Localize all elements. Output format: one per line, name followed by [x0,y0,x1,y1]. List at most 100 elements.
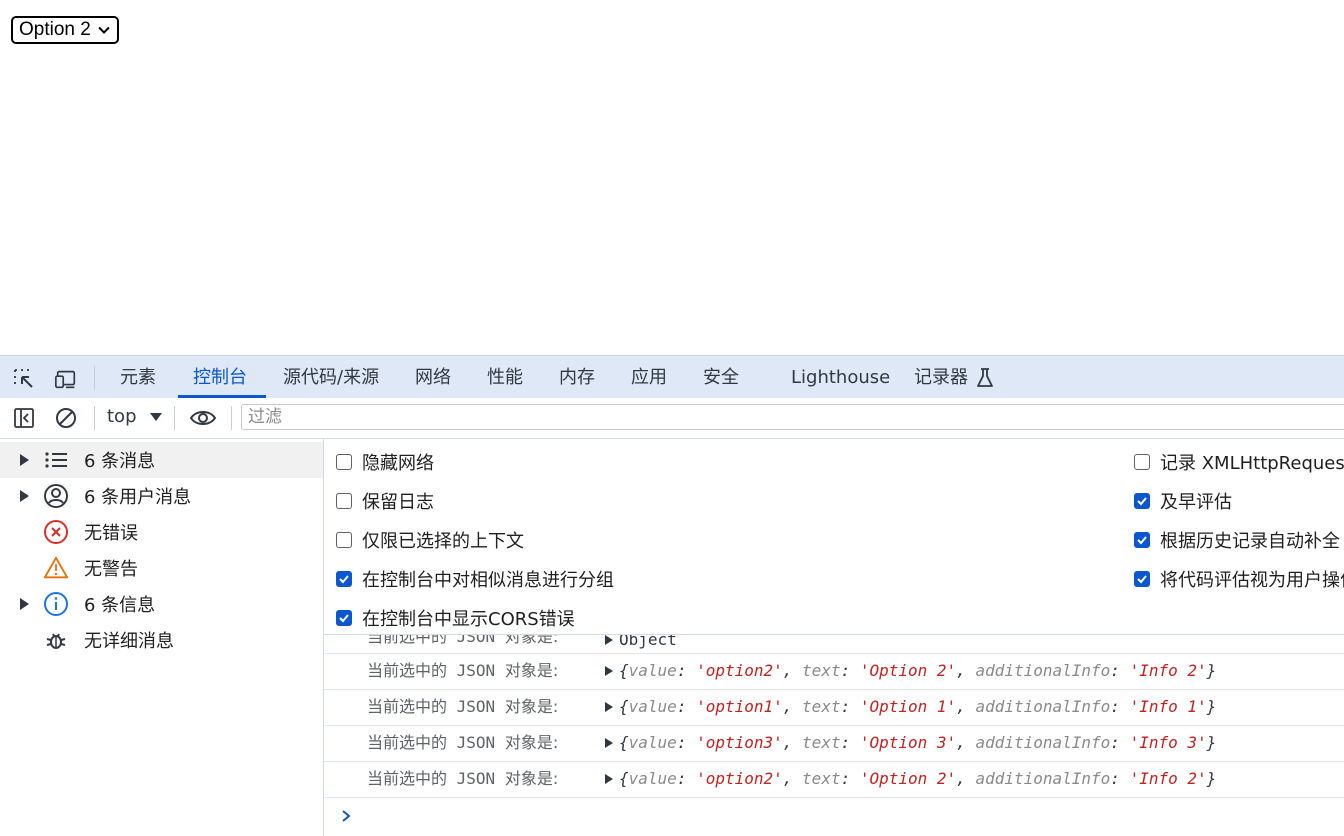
sidebar-item-user-messages[interactable]: 6 条用户消息 [0,478,323,514]
log-prefix: 当前选中的 JSON 对象是: [367,697,559,716]
console-prompt-chevron-icon[interactable] [340,808,352,827]
sidebar-item-warnings[interactable]: 无警告 [0,550,323,586]
log-object[interactable]: {value: 'option2', text: 'Option 2', add… [605,761,1216,797]
devtools-tabbar: 元素 控制台 源代码/来源 网络 性能 内存 应用 安全 Lighthouse … [0,356,1344,398]
device-toolbar-icon[interactable] [54,367,78,391]
expand-triangle-icon[interactable] [20,598,29,610]
console-log-row[interactable]: 当前选中的 JSON 对象是: {value: 'option3', text:… [324,725,1344,762]
inspect-element-icon[interactable] [12,367,36,391]
setting-hide-network[interactable]: 隐藏网络 [336,449,434,475]
console-log-row[interactable]: 当前选中的 JSON 对象是: {value: 'option2', text:… [324,761,1344,798]
checkbox[interactable] [1134,454,1150,470]
sidebar-item-info[interactable]: 6 条信息 [0,586,323,622]
toolbar-divider-3 [231,406,232,430]
flask-icon [973,366,997,390]
log-object[interactable]: {value: 'option2', text: 'Option 2', add… [605,653,1216,689]
log-object[interactable]: {value: 'option3', text: 'Option 3', add… [605,725,1216,761]
console-toolbar: top 过滤 [0,398,1344,439]
checkbox-checked[interactable] [336,610,352,626]
setting-label: 及早评估 [1160,492,1232,513]
log-object[interactable]: {value: 'option1', text: 'Option 1', add… [605,689,1216,725]
setting-label: 仅限已选择的上下文 [362,531,524,552]
checkbox[interactable] [336,454,352,470]
tab-recorder[interactable]: 记录器 [914,356,968,398]
setting-label: 在控制台中显示CORS错误 [362,609,575,630]
sidebar-item-label: 无警告 [84,559,138,580]
console-log-row[interactable]: 当前选中的 JSON 对象是: {value: 'option1', text:… [324,689,1344,726]
live-expression-eye-icon[interactable] [189,406,217,430]
log-object[interactable]: Object [605,635,677,648]
clear-console-icon[interactable] [54,406,78,430]
sidebar-toggle-icon[interactable] [12,406,36,430]
context-selector[interactable]: top [107,406,163,427]
context-label: top [107,406,137,427]
tab-network[interactable]: 网络 [415,356,451,398]
expand-triangle-icon[interactable] [605,738,613,748]
setting-autocomplete-history[interactable]: 根据历史记录自动补全 [1134,527,1340,553]
setting-selected-context-only[interactable]: 仅限已选择的上下文 [336,527,524,553]
expand-triangle-icon[interactable] [20,454,29,466]
sidebar-item-verbose[interactable]: 无详细消息 [0,622,323,658]
log-prefix: 当前选中的 JSON 对象是: [367,769,559,788]
setting-eager-evaluation[interactable]: 及早评估 [1134,488,1232,514]
setting-label: 根据历史记录自动补全 [1160,531,1340,552]
tab-elements[interactable]: 元素 [120,356,156,398]
setting-label: 在控制台中对相似消息进行分组 [362,570,614,591]
tab-console[interactable]: 控制台 [193,356,247,398]
sidebar-item-label: 6 条用户消息 [84,487,192,508]
expand-triangle-icon[interactable] [605,635,613,645]
sidebar-item-label: 6 条信息 [84,595,156,616]
dropdown-triangle-icon [149,412,162,421]
expand-triangle-icon[interactable] [605,666,613,676]
devtools-panel: 元素 控制台 源代码/来源 网络 性能 内存 应用 安全 Lighthouse … [0,355,1344,836]
tab-application[interactable]: 应用 [631,356,667,398]
setting-label: 将代码评估视为用户操作 [1160,570,1344,591]
bug-icon [43,627,69,653]
tab-sources[interactable]: 源代码/来源 [283,356,379,398]
chevron-down-icon [98,26,110,34]
console-log-row[interactable]: 当前选中的 JSON 对象是: {value: 'option2', text:… [324,653,1344,690]
sidebar-item-label: 6 条消息 [84,451,156,472]
error-icon [43,519,69,545]
setting-treat-eval-as-user-action[interactable]: 将代码评估视为用户操作 [1134,566,1344,592]
expand-triangle-icon[interactable] [605,702,613,712]
select-value: Option 2 [19,19,91,40]
console-settings-pane: 隐藏网络 保留日志 仅限已选择的上下文 在控制台中对相似消息进行分组 在控制台中… [324,439,1344,635]
console-sidebar: 6 条消息 6 条用户消息 无错误 无警告 6 条信息 无详细消息 [0,439,324,836]
tab-security[interactable]: 安全 [703,356,739,398]
checkbox[interactable] [336,493,352,509]
filter-input[interactable]: 过滤 [241,404,1344,430]
setting-show-cors-errors[interactable]: 在控制台中显示CORS错误 [336,605,575,631]
setting-group-similar[interactable]: 在控制台中对相似消息进行分组 [336,566,614,592]
sidebar-item-messages[interactable]: 6 条消息 [0,442,323,478]
tabbar-divider [94,366,95,390]
tab-performance[interactable]: 性能 [487,356,523,398]
expand-triangle-icon[interactable] [605,774,613,784]
info-icon [43,591,69,617]
console-log-row[interactable]: 当前选中的 JSON 对象是: Object [324,635,1344,654]
sidebar-item-label: 无错误 [84,523,138,544]
log-prefix: 当前选中的 JSON 对象是: [367,635,559,646]
checkbox-checked[interactable] [336,571,352,587]
setting-log-xhr[interactable]: 记录 XMLHttpRequest [1134,449,1344,475]
setting-label: 隐藏网络 [362,453,434,474]
checkbox[interactable] [336,532,352,548]
toolbar-divider [94,406,95,430]
tab-memory[interactable]: 内存 [559,356,595,398]
expand-triangle-icon[interactable] [20,490,29,502]
tab-lighthouse[interactable]: Lighthouse [791,356,890,398]
checkbox-checked[interactable] [1134,571,1150,587]
option-select[interactable]: Option 2 [11,16,119,44]
toolbar-divider-2 [174,406,175,430]
setting-label: 保留日志 [362,492,434,513]
log-prefix: 当前选中的 JSON 对象是: [367,661,559,680]
checkbox-checked[interactable] [1134,532,1150,548]
warning-icon [43,555,69,581]
list-icon [43,447,69,473]
setting-preserve-log[interactable]: 保留日志 [336,488,434,514]
checkbox-checked[interactable] [1134,493,1150,509]
sidebar-item-errors[interactable]: 无错误 [0,514,323,550]
log-prefix: 当前选中的 JSON 对象是: [367,733,559,752]
sidebar-item-label: 无详细消息 [84,631,174,652]
user-circle-icon [43,483,69,509]
